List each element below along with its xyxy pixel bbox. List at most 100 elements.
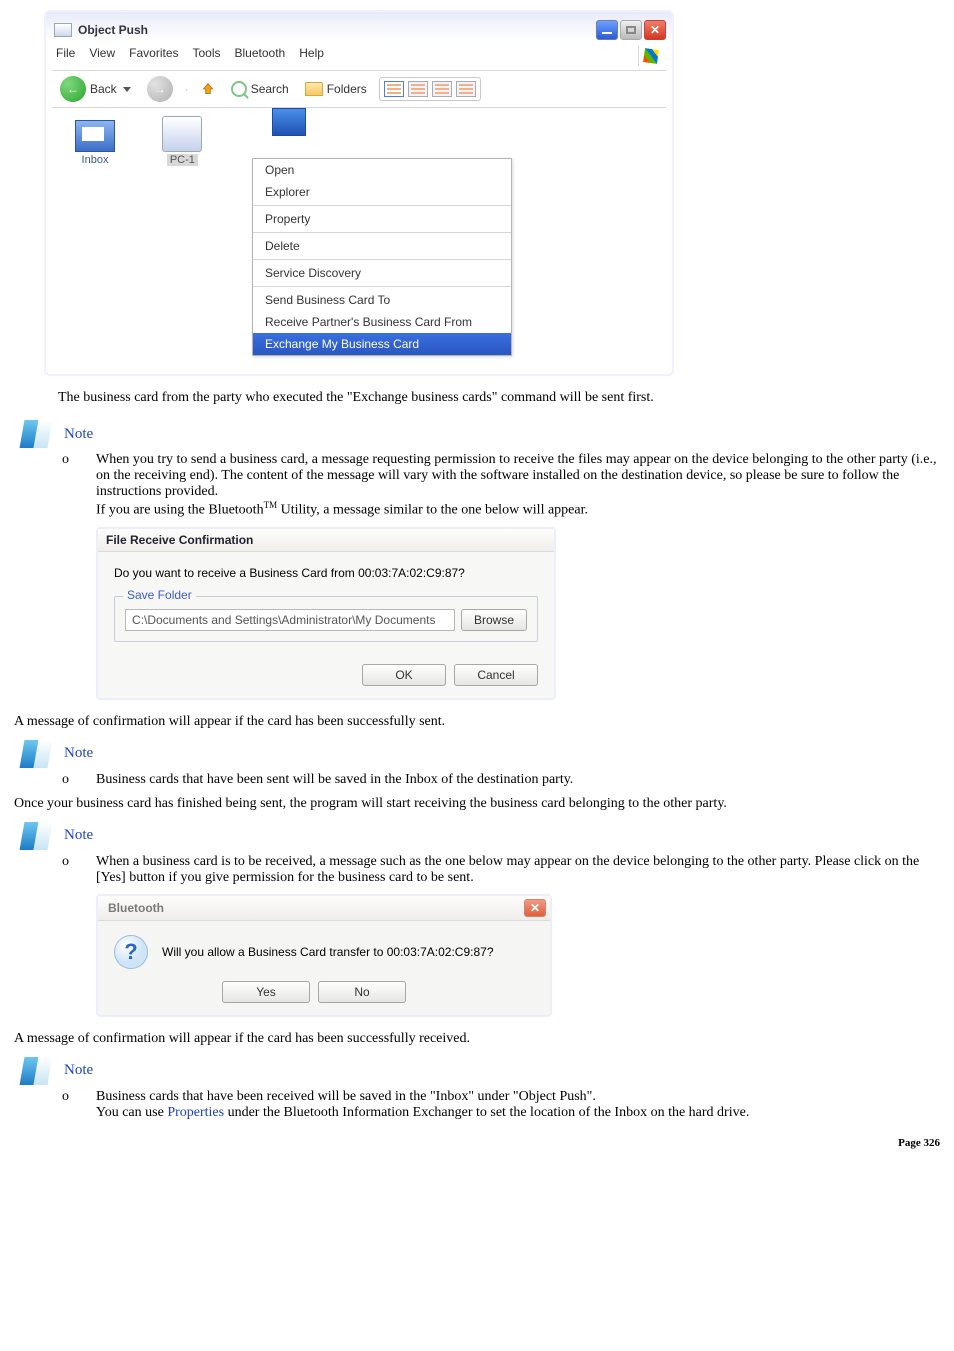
back-button[interactable]: ← Back [56, 74, 135, 104]
ctx-exchange-my-card[interactable]: Exchange My Business Card [253, 333, 511, 355]
ctx-send-card-to[interactable]: Send Business Card To [253, 289, 511, 311]
bt-exchanger-icon [54, 23, 72, 37]
separator: · [185, 82, 189, 96]
note-4-line2a: You can use [96, 1105, 167, 1120]
item-pc1-label: PC-1 [167, 154, 198, 166]
note-heading-4: Note [22, 1057, 940, 1085]
window-title: Object Push [78, 23, 148, 37]
bluetooth-prompt-message: Will you allow a Business Card transfer … [162, 945, 494, 959]
pc-small-icon [272, 108, 306, 136]
view-option-2[interactable] [408, 81, 428, 97]
note-2-item: Business cards that have been sent will … [62, 772, 940, 788]
file-receive-title: File Receive Confirmation [98, 529, 554, 552]
para-start-receiving: Once your business card has finished bei… [14, 796, 940, 812]
browse-button[interactable]: Browse [461, 609, 527, 631]
folders-icon [305, 82, 323, 96]
folders-label: Folders [327, 82, 367, 96]
note-heading-3: Note [22, 822, 940, 850]
windows-flag-icon [638, 46, 662, 66]
note-icon [20, 740, 53, 768]
ctx-service-discovery[interactable]: Service Discovery [253, 262, 511, 284]
file-receive-dialog: File Receive Confirmation Do you want to… [96, 527, 556, 700]
menu-tools[interactable]: Tools [193, 46, 221, 66]
ctx-explorer[interactable]: Explorer [253, 181, 511, 203]
note-4-line2b: under the Bluetooth Information Exchange… [224, 1105, 749, 1120]
ctx-delete[interactable]: Delete [253, 235, 511, 257]
menu-file[interactable]: File [56, 46, 75, 66]
separator [253, 232, 511, 233]
note-1-list: When you try to send a business card, a … [14, 452, 940, 519]
no-button[interactable]: No [318, 981, 406, 1003]
note-heading-1: Note [22, 420, 940, 448]
note-label: Note [64, 745, 93, 762]
save-folder-group: Save Folder C:\Documents and Settings\Ad… [114, 596, 538, 642]
menu-help[interactable]: Help [299, 46, 324, 66]
note-icon [20, 420, 53, 448]
folder-body: Inbox PC-1 Open Explorer Property Delete… [52, 108, 666, 368]
cancel-button[interactable]: Cancel [454, 664, 538, 686]
close-button[interactable] [644, 20, 666, 40]
para-confirm-received: A message of confirmation will appear if… [14, 1031, 940, 1047]
note-4-line1: Business cards that have been received w… [96, 1089, 596, 1104]
item-pc1[interactable]: PC-1 [147, 116, 217, 166]
search-label: Search [251, 82, 289, 96]
folder-up-icon [201, 80, 215, 98]
page-number: Page 326 [14, 1137, 940, 1149]
properties-link[interactable]: Properties [167, 1105, 224, 1120]
para-exchange-first: The business card from the party who exe… [58, 390, 940, 406]
menu-bluetooth[interactable]: Bluetooth [235, 46, 286, 66]
yes-button[interactable]: Yes [222, 981, 310, 1003]
search-button[interactable]: Search [227, 79, 293, 99]
note-icon [20, 822, 53, 850]
item-inbox-label: Inbox [82, 154, 109, 166]
minimize-button[interactable] [596, 20, 618, 40]
save-folder-path[interactable]: C:\Documents and Settings\Administrator\… [125, 609, 455, 631]
titlebar: Object Push [52, 18, 666, 44]
forward-button[interactable]: → [143, 74, 177, 104]
context-menu: Open Explorer Property Delete Service Di… [252, 158, 512, 356]
back-label: Back [90, 82, 117, 96]
context-target-device [272, 108, 306, 136]
note-3-item: When a business card is to be received, … [62, 854, 940, 886]
bluetooth-prompt-title: Bluetooth [108, 901, 164, 915]
bluetooth-prompt-dialog: Bluetooth ✕ ? Will you allow a Business … [96, 894, 552, 1017]
search-icon [231, 81, 247, 97]
back-arrow-icon: ← [60, 76, 86, 102]
menubar: File View Favorites Tools Bluetooth Help [52, 44, 666, 71]
note-2-list: Business cards that have been sent will … [14, 772, 940, 788]
separator [253, 286, 511, 287]
ctx-open[interactable]: Open [253, 159, 511, 181]
pc-icon [162, 116, 202, 152]
item-inbox[interactable]: Inbox [60, 120, 130, 166]
note-1-line2a: If you are using the Bluetooth [96, 503, 264, 518]
note-label: Note [64, 1062, 93, 1079]
object-push-window: Object Push File View Favorites Tools Bl… [44, 10, 674, 376]
maximize-button[interactable] [620, 20, 642, 40]
menu-view[interactable]: View [89, 46, 115, 66]
up-button[interactable] [197, 78, 219, 100]
chevron-down-icon [123, 87, 131, 92]
separator [253, 259, 511, 260]
note-4-item: Business cards that have been received w… [62, 1089, 940, 1121]
file-receive-prompt: Do you want to receive a Business Card f… [114, 566, 538, 580]
close-button[interactable]: ✕ [524, 899, 546, 917]
separator [253, 205, 511, 206]
ctx-receive-card-from[interactable]: Receive Partner's Business Card From [253, 311, 511, 333]
folders-button[interactable]: Folders [301, 80, 371, 98]
note-icon [20, 1057, 53, 1085]
question-icon: ? [114, 935, 148, 969]
tm-mark: TM [264, 500, 278, 510]
inbox-icon [75, 120, 115, 152]
view-toggle[interactable] [379, 77, 481, 101]
view-option-3[interactable] [432, 81, 452, 97]
ctx-property[interactable]: Property [253, 208, 511, 230]
view-option-1[interactable] [384, 81, 404, 97]
note-1-item: When you try to send a business card, a … [62, 452, 940, 519]
para-confirm-sent: A message of confirmation will appear if… [14, 714, 940, 730]
note-label: Note [64, 827, 93, 844]
menu-favorites[interactable]: Favorites [129, 46, 178, 66]
window-buttons [596, 20, 666, 40]
ok-button[interactable]: OK [362, 664, 446, 686]
forward-arrow-icon: → [147, 76, 173, 102]
view-option-4[interactable] [456, 81, 476, 97]
